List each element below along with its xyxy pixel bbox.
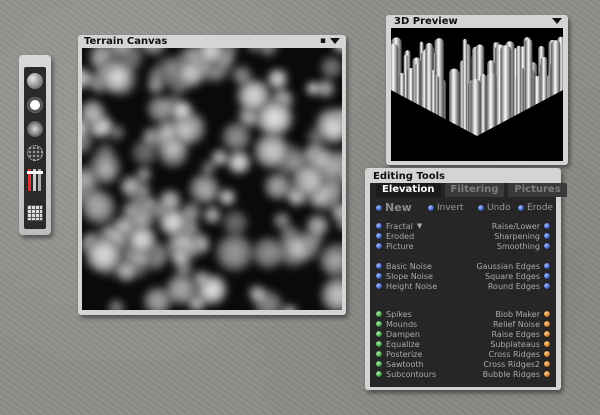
editing-tools-window: Editing Tools Elevation Filtering Pictur… — [365, 168, 567, 390]
tool-smoothing[interactable]: Smoothing — [492, 241, 550, 251]
preview-render[interactable] — [391, 28, 563, 161]
tool-dot-icon — [376, 331, 382, 337]
tool-dot-icon — [376, 321, 382, 327]
tools-group1-right: Raise/Lower Sharpening Smoothing — [492, 221, 550, 251]
tool-dot-icon — [544, 243, 550, 249]
tool-dot-icon — [376, 351, 382, 357]
tool-height-noise[interactable]: Height Noise — [376, 281, 437, 291]
tool-dampen[interactable]: Dampen — [376, 329, 436, 339]
erode-button[interactable]: Erode — [518, 203, 553, 213]
tool-picture[interactable]: Picture — [376, 241, 422, 251]
invert-button[interactable]: Invert — [428, 203, 463, 213]
erode-dot-icon — [518, 205, 524, 211]
tool-dot-icon — [544, 283, 550, 289]
editing-tools-title: Editing Tools — [373, 171, 445, 182]
tool-dot-icon — [544, 371, 550, 377]
invert-dot-icon — [428, 205, 434, 211]
tool-equalize[interactable]: Equalize — [376, 339, 436, 349]
tool-spikes[interactable]: Spikes — [376, 309, 436, 319]
tab-elevation[interactable]: Elevation — [376, 183, 441, 197]
level-meter-icon[interactable] — [27, 167, 43, 193]
tools-group2-left: Basic Noise Slope Noise Height Noise — [376, 261, 437, 291]
tools-group1-left: Fractal ▼ Eroded Picture — [376, 221, 422, 251]
tool-dot-icon — [544, 263, 550, 269]
tool-sharpening[interactable]: Sharpening — [492, 231, 550, 241]
tool-dot-icon — [544, 341, 550, 347]
tool-subplateaus[interactable]: Subplateaus — [483, 339, 550, 349]
tool-dot-icon — [376, 263, 382, 269]
tool-dot-icon — [376, 273, 382, 279]
tool-eroded[interactable]: Eroded — [376, 231, 422, 241]
tool-dot-icon — [544, 273, 550, 279]
tool-dot-icon — [376, 341, 382, 347]
tool-slope-noise[interactable]: Slope Noise — [376, 271, 437, 281]
dropdown-arrow-icon[interactable]: ▼ — [417, 222, 422, 230]
tool-raise-edges[interactable]: Raise Edges — [483, 329, 550, 339]
tools-top-row: New Invert Undo Erode — [370, 201, 556, 215]
new-button[interactable]: New — [376, 201, 412, 214]
circle-brush-icon[interactable] — [27, 97, 43, 113]
terrain-canvas-title: Terrain Canvas — [84, 36, 168, 47]
terrain-heightmap[interactable] — [82, 48, 342, 310]
tool-round-edges[interactable]: Round Edges — [476, 281, 550, 291]
tool-dot-icon — [376, 233, 382, 239]
tool-mounds[interactable]: Mounds — [376, 319, 436, 329]
editing-tools-body: Elevation Filtering Pictures New Invert … — [370, 183, 567, 387]
tool-square-edges[interactable]: Square Edges — [476, 271, 550, 281]
tool-palette — [19, 55, 51, 235]
tool-subcontours[interactable]: Subcontours — [376, 369, 436, 379]
tool-cross-ridges[interactable]: Cross Ridges — [483, 349, 550, 359]
preview-title: 3D Preview — [394, 16, 458, 27]
tool-bubble-ridges[interactable]: Bubble Ridges — [483, 369, 550, 379]
tool-posterize[interactable]: Posterize — [376, 349, 436, 359]
tool-dot-icon — [544, 351, 550, 357]
tool-dot-icon — [376, 223, 382, 229]
tool-dot-icon — [376, 371, 382, 377]
terrain-canvas-window: Terrain Canvas ▪ — [78, 35, 346, 315]
undo-dot-icon — [478, 205, 484, 211]
tool-relief-noise[interactable]: Relief Noise — [483, 319, 550, 329]
dotted-brush-icon[interactable] — [27, 145, 43, 161]
tool-palette-inner — [24, 67, 46, 229]
tools-group3-left: Spikes Mounds Dampen Equalize Posterize … — [376, 309, 436, 379]
terrain-canvas-controls: ▪ — [320, 36, 340, 46]
tool-fractal[interactable]: Fractal ▼ — [376, 221, 422, 231]
tool-basic-noise[interactable]: Basic Noise — [376, 261, 437, 271]
tool-dot-icon — [376, 311, 382, 317]
tool-dot-icon — [376, 361, 382, 367]
tool-dot-icon — [544, 321, 550, 327]
tab-filtering[interactable]: Filtering — [444, 183, 505, 197]
soft-brush-icon[interactable] — [27, 121, 43, 137]
new-dot-icon — [376, 204, 382, 211]
sphere-tool-icon[interactable] — [27, 73, 43, 89]
tool-dot-icon — [544, 331, 550, 337]
grid-icon[interactable] — [27, 205, 43, 221]
tool-cross-ridges2[interactable]: Cross Ridges2 — [483, 359, 550, 369]
tool-dot-icon — [376, 243, 382, 249]
tool-raise-lower[interactable]: Raise/Lower — [492, 221, 550, 231]
tools-group3-right: Blob Maker Relief Noise Raise Edges Subp… — [483, 309, 550, 379]
preview-menu-arrow-icon[interactable] — [552, 18, 562, 24]
tool-dot-icon — [544, 233, 550, 239]
tool-dot-icon — [544, 311, 550, 317]
menu-arrow-icon[interactable] — [330, 38, 340, 44]
preview-window: 3D Preview — [386, 15, 568, 165]
tool-dot-icon — [376, 283, 382, 289]
tools-group2-right: Gaussian Edges Square Edges Round Edges — [476, 261, 550, 291]
tool-dot-icon — [544, 223, 550, 229]
tool-dot-icon — [544, 361, 550, 367]
tool-blob-maker[interactable]: Blob Maker — [483, 309, 550, 319]
undo-button[interactable]: Undo — [478, 203, 511, 213]
resize-icon[interactable]: ▪ — [320, 36, 326, 46]
tab-pictures[interactable]: Pictures — [508, 183, 567, 197]
tools-tabs: Elevation Filtering Pictures — [370, 183, 567, 197]
tool-gaussian-edges[interactable]: Gaussian Edges — [476, 261, 550, 271]
tool-sawtooth[interactable]: Sawtooth — [376, 359, 436, 369]
